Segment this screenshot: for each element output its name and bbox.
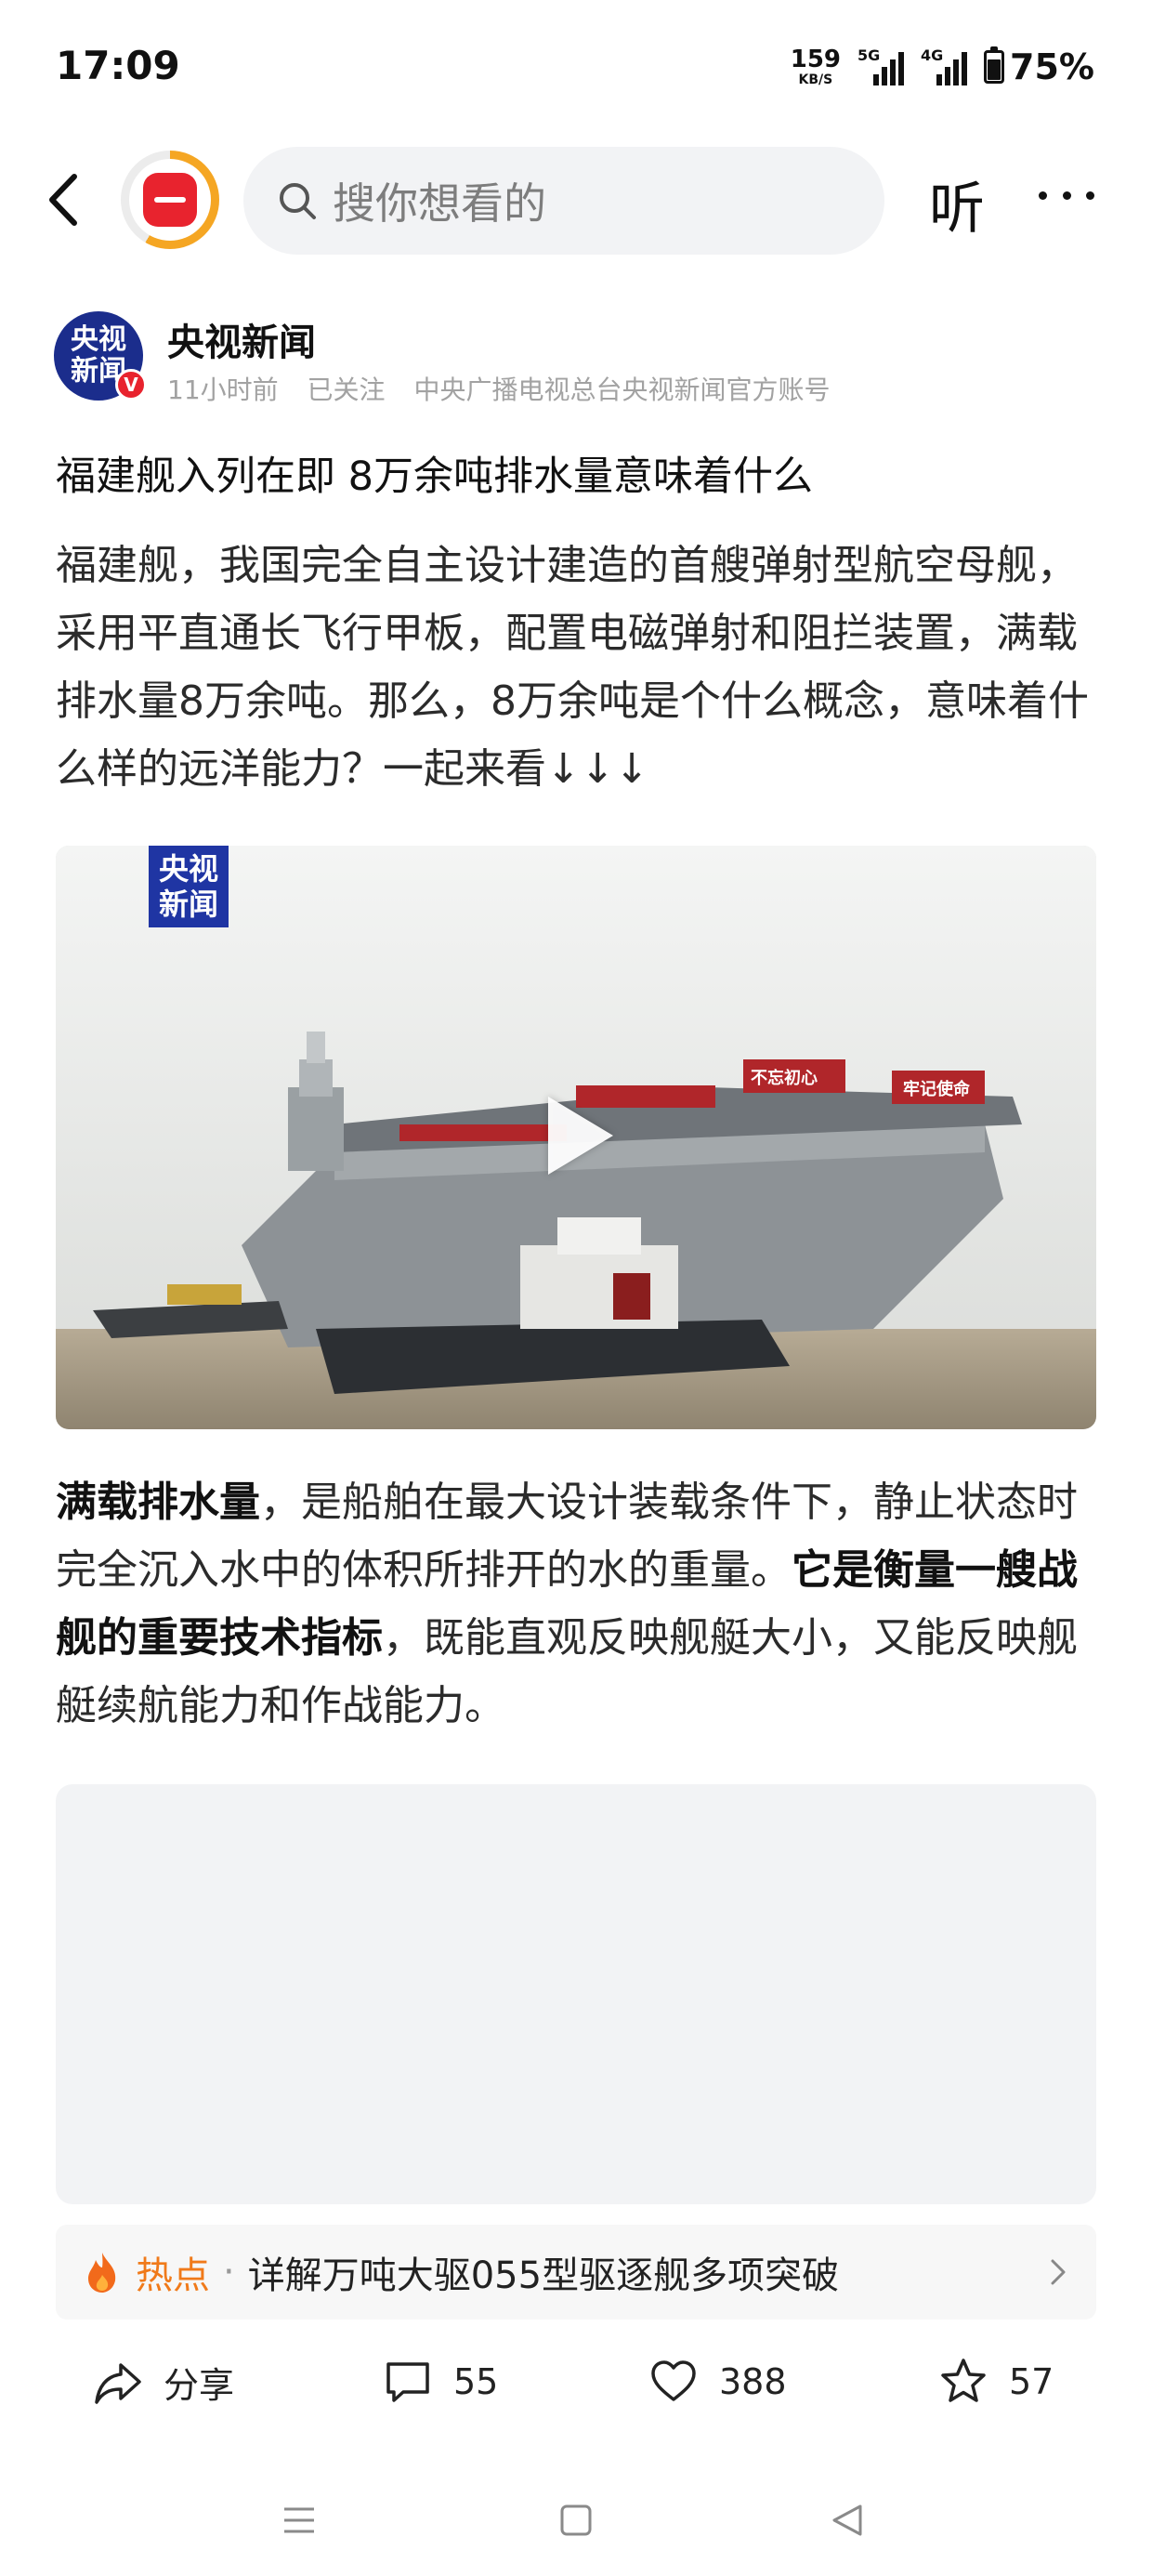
video-banner-text: 牢记使命 (903, 1080, 970, 1099)
star-icon (941, 2359, 986, 2402)
hot-topic-text[interactable]: 详解万吨大驱055型驱逐舰多项突破 (248, 2245, 839, 2299)
app-logo-button[interactable] (121, 151, 219, 249)
search-icon (280, 183, 316, 219)
comment-button[interactable]: 55 (383, 2357, 498, 2407)
favorite-button[interactable]: 57 (938, 2357, 1054, 2407)
back-button[interactable] (37, 167, 93, 232)
battery-icon (984, 46, 1005, 84)
author-header: 央视 新闻 V 央视新闻 11小时前 已关注 中央广播电视总台央视新闻官方账号 (54, 307, 1104, 409)
battery-status: 75% (984, 46, 1094, 87)
search-input[interactable]: 搜你想看的 (243, 147, 884, 255)
video-player[interactable]: 央视 新闻 不忘初心 牢记使命 (56, 846, 1096, 1429)
play-icon[interactable] (548, 1097, 613, 1175)
share-icon (95, 2362, 141, 2404)
like-count: 388 (719, 2361, 787, 2402)
status-time: 17:09 (56, 43, 180, 88)
image-placeholder (56, 1784, 1096, 2204)
article-paragraph: 福建舰，我国完全自主设计建造的首艘弹射型航空母舰，采用平直通长飞行甲板，配置电磁… (56, 542, 1089, 793)
top-navigation: 搜你想看的 听 (0, 139, 1152, 260)
status-bar: 17:09 159 KB/S 5G 4G 75% (0, 0, 1152, 139)
back-triangle-icon[interactable] (829, 2502, 866, 2539)
chevron-left-icon (49, 174, 77, 226)
listen-button[interactable]: 听 (929, 164, 985, 244)
hot-separator: · (223, 2251, 235, 2293)
menu-icon[interactable] (281, 2502, 318, 2539)
share-button[interactable]: 分享 (93, 2357, 234, 2408)
author-name[interactable]: 央视新闻 (167, 312, 316, 366)
like-button[interactable]: 388 (648, 2357, 787, 2407)
emphasis-text: 满载排水量 (56, 1479, 260, 1526)
network-speed-value: 159 (790, 46, 842, 73)
network-speed: 159 KB/S (791, 47, 841, 86)
comment-icon (386, 2362, 429, 2402)
more-button[interactable] (1039, 177, 1094, 214)
chevron-right-icon (1051, 2259, 1066, 2285)
more-dots-icon (1039, 191, 1047, 200)
app-logo-icon (143, 173, 197, 227)
comment-count: 55 (453, 2361, 499, 2402)
author-meta: 11小时前 已关注 中央广播电视总台央视新闻官方账号 (167, 370, 850, 407)
author-description: 中央广播电视总台央视新闻官方账号 (413, 375, 831, 405)
video-channel-logo: 央视 新闻 (149, 846, 229, 927)
article-title: 福建舰入列在即 8万余吨排水量意味着什么 (56, 453, 814, 500)
favorite-count: 57 (1009, 2361, 1054, 2402)
hot-topic-bar[interactable]: 热点 · 详解万吨大驱055型驱逐舰多项突破 (56, 2225, 1096, 2320)
signal-5g-icon: 5G (857, 46, 905, 85)
signal-4g-icon: 4G (921, 46, 968, 85)
author-avatar[interactable]: 央视 新闻 V (54, 311, 147, 401)
avatar-text-line1: 央视 (71, 323, 126, 356)
fire-icon (88, 2253, 116, 2293)
article-paragraph: 满载排水量，是船舶在最大设计装载条件下，静止状态时完全沉入水中的体积所排开的水的… (56, 1468, 1096, 1740)
video-logo-line2: 新闻 (158, 887, 218, 922)
video-logo-line1: 央视 (158, 851, 218, 887)
status-indicators: 159 KB/S 5G 4G 75% (791, 46, 1094, 87)
network-speed-unit: KB/S (798, 72, 833, 87)
battery-percent: 75% (1010, 46, 1094, 87)
follow-status[interactable]: 已关注 (308, 375, 386, 405)
search-placeholder: 搜你想看的 (333, 178, 546, 229)
hot-label: 热点 (136, 2254, 210, 2297)
heart-icon (651, 2360, 696, 2401)
post-time: 11小时前 (167, 375, 279, 405)
action-bar: 分享 55 388 57 (0, 2342, 1152, 2425)
share-label: 分享 (164, 2365, 235, 2406)
home-square-icon[interactable] (557, 2502, 595, 2539)
system-navigation-bar (0, 2472, 1152, 2576)
verified-badge-icon: V (115, 369, 147, 401)
video-banner-text: 不忘初心 (751, 1069, 818, 1088)
